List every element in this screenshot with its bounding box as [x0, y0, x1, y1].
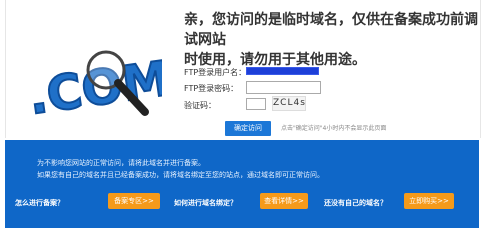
confirm-access-button[interactable]: 确定访问 — [225, 121, 271, 136]
view-details-button[interactable]: 查看详情>> — [260, 193, 308, 209]
ftp-password-input[interactable] — [246, 81, 321, 94]
captcha-label: 验证码： — [184, 101, 216, 110]
headline-line-1: 亲，您访问的是临时域名，仅供在备案成功前调试网站 — [184, 12, 478, 48]
buy-now-button[interactable]: 立即购买>> — [404, 193, 454, 209]
ftp-pass-label: FTP登录密码： — [184, 84, 239, 93]
com-magnifier-logo: .COM — [24, 50, 162, 127]
login-tip: 点击"确定访问"4小时内不会显示此页面 — [281, 125, 387, 132]
headline: 亲，您访问的是临时域名，仅供在备案成功前调试网站 时使用，请勿用于其他用途。 — [184, 10, 480, 70]
captcha-image[interactable]: ZCL4s — [272, 96, 306, 111]
question-bind-domain: 如何进行域名绑定？ — [174, 199, 237, 207]
captcha-input[interactable] — [246, 98, 266, 110]
question-no-domain: 还没有自己的域名？ — [324, 199, 387, 207]
ftp-user-label: FTP登录用户名： — [184, 68, 247, 77]
question-record: 怎么进行备案？ — [15, 199, 64, 207]
panel-line-2: 如果您有自己的域名并且已经备案成功，请将域名绑定至您的站点，通过域名即可正常访问… — [37, 171, 324, 179]
record-zone-button[interactable]: 备案专区>> — [108, 193, 160, 209]
info-panel — [5, 140, 479, 228]
panel-line-1: 为不影响您网站的正常访问，请将此域名并进行备案。 — [37, 159, 205, 167]
ftp-user-input[interactable] — [246, 67, 319, 75]
